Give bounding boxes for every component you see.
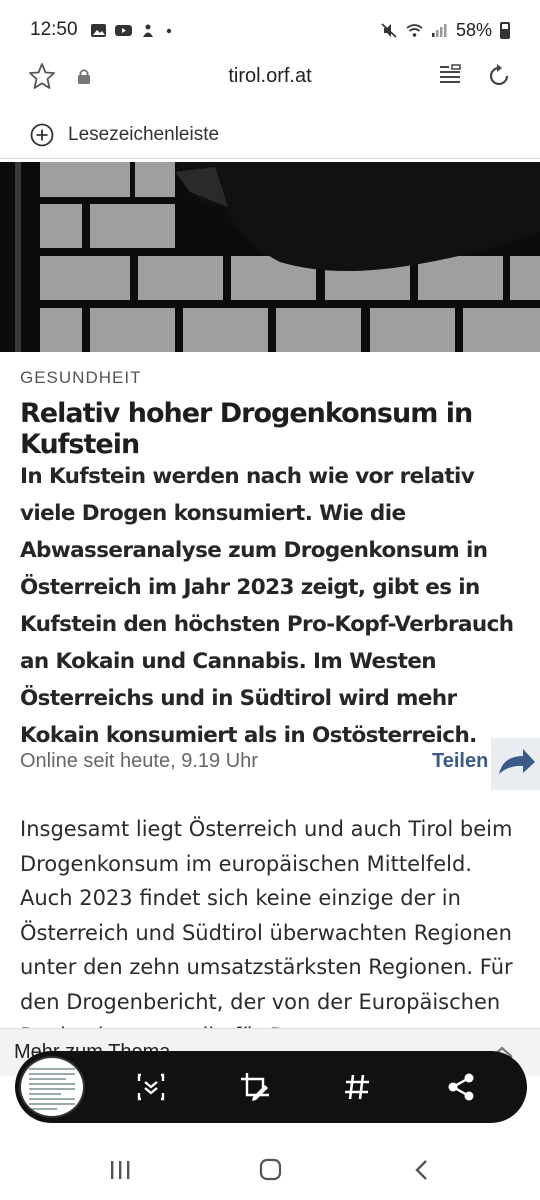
dot-icon [166, 28, 171, 33]
bookmarks-bar[interactable]: Lesezeichenleiste [0, 113, 540, 159]
home-icon[interactable] [259, 1158, 282, 1181]
share-icon[interactable] [445, 1071, 477, 1103]
hashtag-icon[interactable] [341, 1071, 373, 1103]
screenshot-toolbar [15, 1051, 527, 1123]
screenshot-thumbnail[interactable] [19, 1056, 85, 1118]
article-dateline: Online seit heute, 9.19 Uhr [20, 750, 258, 772]
share-arrow-icon [499, 749, 535, 774]
back-icon[interactable] [412, 1158, 430, 1182]
address-bar: tirol.orf.at [0, 50, 540, 106]
hero-photo [0, 162, 540, 352]
signal-icon [431, 23, 447, 37]
crop-edit-icon[interactable] [239, 1071, 271, 1103]
wifi-icon [406, 23, 423, 37]
scroll-capture-icon[interactable] [135, 1071, 167, 1103]
gallery-icon [90, 23, 106, 37]
battery-icon [500, 21, 510, 39]
battery-percent: 58% [455, 19, 492, 40]
status-right-icons: 58% [381, 20, 510, 41]
youtube-icon [114, 24, 132, 36]
reload-icon[interactable] [485, 62, 513, 90]
status-time: 12:50 [30, 19, 78, 40]
status-left-icons [90, 23, 173, 38]
notification-icon [142, 24, 153, 37]
add-circle-icon[interactable] [30, 123, 54, 147]
article-title: Relativ hoher Drogenkonsum in Kufstein [20, 398, 473, 460]
bookmarks-label[interactable]: Lesezeichenleiste [68, 124, 219, 146]
recent-apps-icon[interactable] [108, 1159, 132, 1181]
reader-mode-icon[interactable] [438, 63, 462, 87]
share-label[interactable]: Teilen [432, 750, 488, 773]
system-nav-bar [0, 1140, 540, 1200]
article-lead: In Kufstein werden nach wie vor relativ … [20, 464, 514, 748]
share-button[interactable] [491, 738, 540, 790]
article-body: Insgesamt liegt Österreich und auch Tiro… [20, 817, 513, 1030]
article-category[interactable]: GESUNDHEIT [20, 368, 141, 388]
thumbnail-preview [29, 1068, 75, 1113]
article-hero-image [0, 162, 540, 352]
mute-icon [381, 22, 397, 38]
